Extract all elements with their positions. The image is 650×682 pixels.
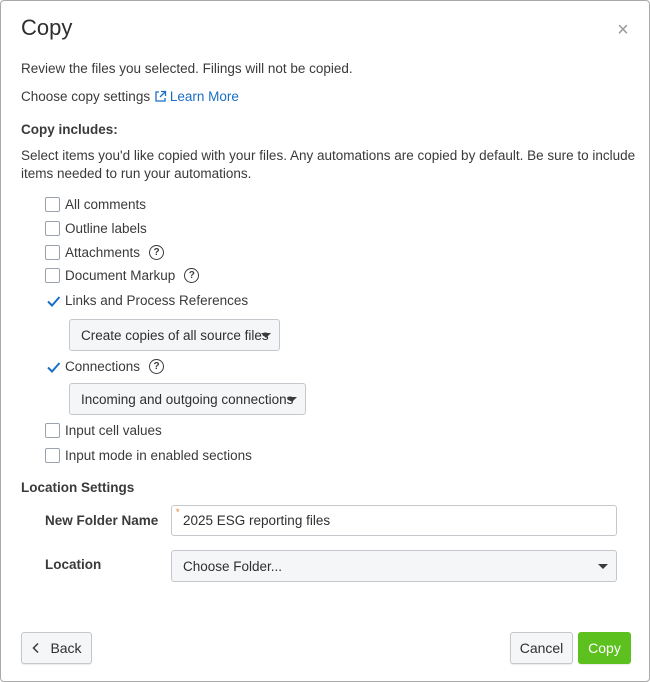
option-label: All comments	[65, 196, 147, 212]
help-icon[interactable]: ?	[184, 267, 200, 283]
copy-dialog: Copy × Review the files you selected. Fi…	[0, 0, 650, 682]
help-icon[interactable]: ?	[149, 358, 165, 374]
dialog-title: Copy	[21, 15, 73, 40]
checkbox[interactable]	[45, 447, 60, 463]
dropdown-value: Create copies of all source files	[81, 327, 269, 343]
learn-more-label: Learn More	[169, 89, 239, 104]
chevron-left-icon	[32, 642, 39, 654]
location-label: Location	[45, 557, 102, 572]
checkmark-icon	[47, 295, 61, 307]
checkbox[interactable]	[45, 422, 60, 438]
option-label: Attachments	[65, 244, 141, 260]
includes-description-line2: items needed to run your automations.	[21, 166, 252, 181]
checkbox[interactable]	[45, 196, 60, 212]
settings-text: Choose copy settings	[21, 89, 151, 104]
option-label: Input mode in enabled sections	[65, 447, 252, 463]
settings-line: Choose copy settings Learn More	[21, 88, 239, 106]
dropdown-value: Incoming and outgoing connections	[81, 391, 294, 407]
location-settings-heading: Location Settings	[21, 480, 135, 495]
connections-mode-dropdown[interactable]: Incoming and outgoing connections	[69, 383, 306, 415]
option-input-mode-enabled-sections[interactable]: Input mode in enabled sections	[45, 446, 252, 464]
checkbox[interactable]	[45, 220, 60, 236]
option-document-markup[interactable]: Document Markup ?	[45, 266, 200, 284]
back-label: Back	[50, 640, 82, 656]
help-icon[interactable]: ?	[149, 244, 165, 260]
caret-down-icon	[287, 397, 297, 402]
links-copy-mode-dropdown[interactable]: Create copies of all source files	[69, 319, 280, 351]
option-connections[interactable]: Connections ?	[45, 357, 165, 375]
option-label: Connections	[65, 358, 141, 374]
checkbox[interactable]	[45, 267, 60, 283]
external-link-icon	[155, 90, 166, 102]
caret-down-icon	[598, 564, 608, 569]
folder-name-label: New Folder Name	[45, 513, 159, 528]
option-label: Links and Process References	[65, 292, 249, 308]
learn-more-link[interactable]: Learn More	[154, 89, 239, 104]
copy-includes-heading: Copy includes:	[21, 122, 118, 137]
option-all-comments[interactable]: All comments	[45, 195, 146, 213]
copy-button[interactable]: Copy	[578, 632, 631, 664]
checkmark-icon	[47, 361, 61, 373]
option-input-cell-values[interactable]: Input cell values	[45, 421, 162, 439]
cancel-button[interactable]: Cancel	[510, 632, 573, 664]
caret-down-icon	[261, 333, 271, 338]
close-icon[interactable]: ×	[613, 20, 633, 40]
option-outline-labels[interactable]: Outline labels	[45, 219, 147, 237]
location-folder-dropdown[interactable]: Choose Folder...	[171, 550, 617, 582]
dropdown-value: Choose Folder...	[183, 558, 283, 574]
includes-description-line1: Select items you'd like copied with your…	[21, 148, 636, 163]
option-links-process-references[interactable]: Links and Process References	[45, 291, 248, 309]
checkbox[interactable]	[45, 292, 61, 308]
back-button[interactable]: Back	[21, 632, 92, 664]
review-text: Review the files you selected. Filings w…	[21, 61, 353, 76]
checkbox[interactable]	[45, 244, 60, 260]
checkbox[interactable]	[45, 358, 61, 374]
option-label: Input cell values	[65, 422, 162, 438]
option-label: Outline labels	[65, 220, 147, 236]
option-attachments[interactable]: Attachments ?	[45, 243, 165, 261]
folder-name-input[interactable]	[171, 505, 617, 536]
required-marker: *	[176, 507, 180, 517]
option-label: Document Markup	[65, 267, 176, 283]
